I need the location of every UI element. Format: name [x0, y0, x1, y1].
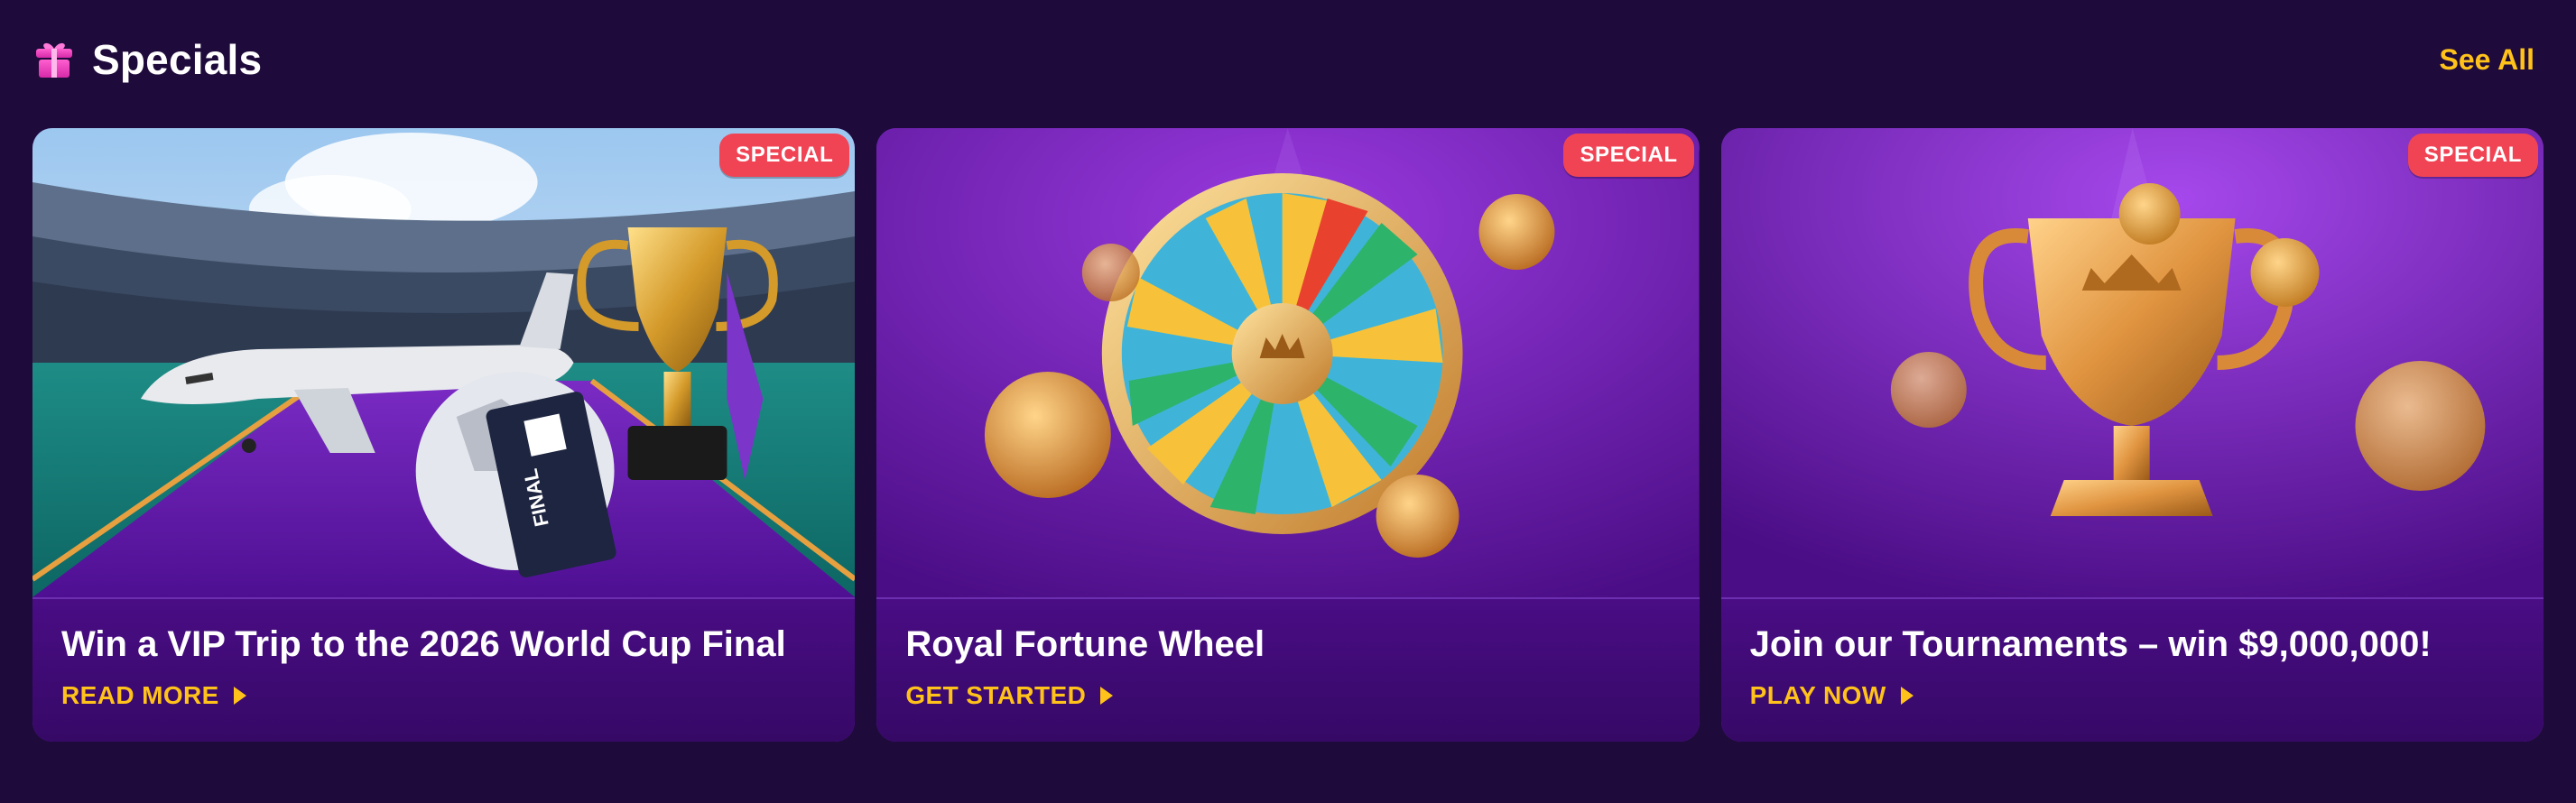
cta-label: PLAY NOW [1749, 681, 1886, 709]
specials-section: Specials See All FINAL SPECIAL Win a VIP… [0, 0, 2576, 803]
read-more-link[interactable]: READ MORE [61, 681, 826, 710]
special-card-tournaments[interactable]: SPECIAL Join our Tournaments – win $9,00… [1720, 128, 2544, 742]
card-title: Win a VIP Trip to the 2026 World Cup Fin… [61, 624, 786, 664]
special-card-fortune-wheel[interactable]: SPECIAL Royal Fortune Wheel GET STARTED [876, 128, 1700, 742]
card-title: Royal Fortune Wheel [905, 624, 1265, 664]
play-arrow-icon [1100, 687, 1114, 705]
card-footer: Join our Tournaments – win $9,000,000! P… [1720, 597, 2544, 742]
fortune-wheel-illustration [876, 128, 1700, 597]
special-badge: SPECIAL [1563, 134, 1694, 177]
title-group: Specials [32, 35, 262, 84]
play-arrow-icon [1900, 687, 1913, 705]
card-title: Join our Tournaments – win $9,000,000! [1749, 624, 2432, 664]
get-started-link[interactable]: GET STARTED [905, 681, 1670, 710]
special-badge: SPECIAL [719, 134, 850, 177]
section-header: Specials See All [32, 32, 2540, 87]
cta-label: GET STARTED [905, 681, 1087, 709]
card-footer: Win a VIP Trip to the 2026 World Cup Fin… [32, 597, 856, 742]
card-footer: Royal Fortune Wheel GET STARTED [876, 597, 1700, 742]
see-all-link[interactable]: See All [2439, 43, 2534, 77]
play-now-link[interactable]: PLAY NOW [1750, 681, 2515, 710]
play-arrow-icon [233, 687, 246, 705]
world-cup-trip-illustration: FINAL [32, 128, 856, 597]
special-badge: SPECIAL [2407, 134, 2538, 177]
cta-label: READ MORE [61, 681, 219, 709]
trophy-coins-illustration [1720, 128, 2544, 597]
special-card-world-cup[interactable]: FINAL SPECIAL Win a VIP Trip to the 2026… [32, 128, 856, 742]
specials-cards: FINAL SPECIAL Win a VIP Trip to the 2026… [32, 128, 2544, 742]
gift-icon [32, 38, 76, 81]
section-title: Specials [92, 36, 263, 83]
